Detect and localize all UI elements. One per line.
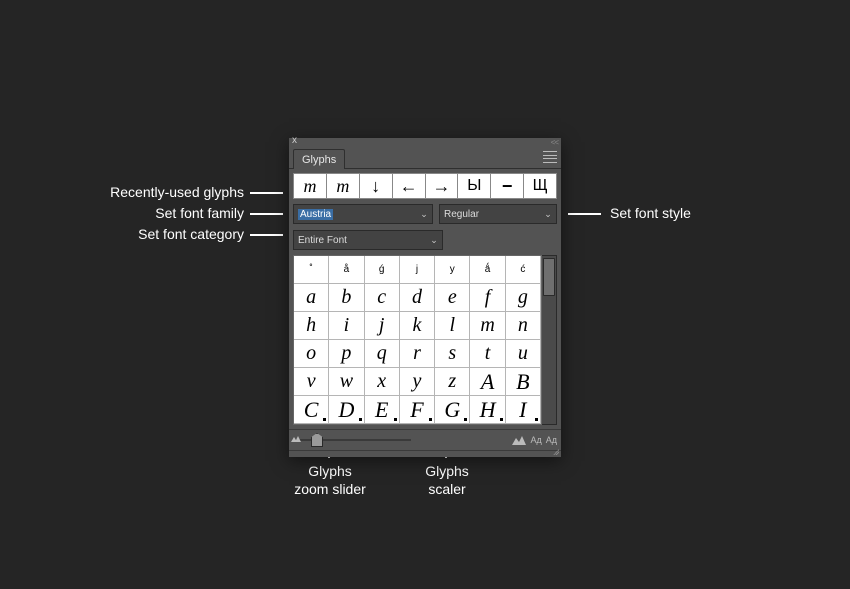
vertical-scrollbar[interactable]: [542, 255, 557, 425]
annotation-scaler-l2: scaler: [417, 480, 477, 498]
glyph-cell[interactable]: I: [506, 396, 541, 424]
recent-glyph[interactable]: ←: [392, 173, 426, 199]
font-category-select[interactable]: Entire Font ⌄: [293, 230, 443, 250]
glyph-cell[interactable]: o: [294, 340, 329, 368]
glyph-cell[interactable]: x: [365, 368, 400, 396]
glyph-cell[interactable]: ǻ: [470, 256, 505, 284]
glyph-cell[interactable]: B: [506, 368, 541, 396]
glyph-cell[interactable]: i: [329, 312, 364, 340]
recent-glyph[interactable]: ↓: [359, 173, 393, 199]
panel-titlebar[interactable]: x <<: [289, 138, 561, 146]
glyph-cell[interactable]: q: [365, 340, 400, 368]
annotation-line: [250, 192, 283, 194]
glyph-cell[interactable]: l: [435, 312, 470, 340]
annotation-zoom-l1: Glyphs: [300, 462, 360, 480]
glyph-cell[interactable]: k: [400, 312, 435, 340]
annotation-line: [250, 234, 283, 236]
annotation-scaler-l1: Glyphs: [417, 462, 477, 480]
scrollbar-thumb[interactable]: [543, 258, 555, 296]
recent-glyph[interactable]: →: [425, 173, 459, 199]
font-category-value: Entire Font: [298, 235, 347, 246]
glyph-cell[interactable]: H: [470, 396, 505, 424]
glyph-cell[interactable]: ǵ: [365, 256, 400, 284]
font-style-value: Regular: [444, 209, 479, 220]
glyph-cell[interactable]: y: [400, 368, 435, 396]
annotation-recently-used: Recently-used glyphs: [84, 183, 244, 201]
glyph-cell[interactable]: e: [435, 284, 470, 312]
annotation-font-category: Set font category: [84, 225, 244, 243]
recent-glyph[interactable]: −: [490, 173, 524, 199]
panel-tabs: Glyphs: [289, 146, 561, 169]
glyph-cell[interactable]: A: [470, 368, 505, 396]
panel-resize-grip[interactable]: [289, 450, 561, 457]
glyph-cell[interactable]: u: [506, 340, 541, 368]
font-style-select[interactable]: Regular ⌄: [439, 204, 557, 224]
annotation-zoom-l2: zoom slider: [290, 480, 370, 498]
glyph-cell[interactable]: d: [400, 284, 435, 312]
glyph-cell[interactable]: C: [294, 396, 329, 424]
glyph-cell[interactable]: ˚: [294, 256, 329, 284]
annotation-line: [568, 213, 601, 215]
mountain-small-icon: [291, 434, 301, 442]
glyph-cell[interactable]: n: [506, 312, 541, 340]
glyph-scaler: Aд Aд: [512, 435, 557, 445]
glyph-cell[interactable]: b: [329, 284, 364, 312]
chevron-down-icon: ⌄: [542, 208, 554, 220]
glyph-cell[interactable]: G: [435, 396, 470, 424]
glyph-grid-container: ˚åǵjyǻćabcdefghijklmnopqrstuvwxyzABCDEFG…: [293, 255, 557, 425]
glyph-cell[interactable]: f: [470, 284, 505, 312]
tab-glyphs[interactable]: Glyphs: [293, 149, 345, 169]
glyph-cell[interactable]: a: [294, 284, 329, 312]
annotation-line: [250, 213, 283, 215]
annotation-font-style: Set font style: [610, 204, 691, 222]
stage: Recently-used glyphs Set font family Set…: [0, 0, 850, 589]
panel-bottom-bar: Aд Aд: [289, 429, 561, 450]
glyph-cell[interactable]: F: [400, 396, 435, 424]
glyph-cell[interactable]: w: [329, 368, 364, 396]
glyph-cell[interactable]: j: [400, 256, 435, 284]
glyph-cell[interactable]: ć: [506, 256, 541, 284]
glyph-cell[interactable]: E: [365, 396, 400, 424]
glyph-cell[interactable]: y: [435, 256, 470, 284]
font-category-row: Entire Font ⌄: [289, 227, 561, 253]
close-icon[interactable]: x: [292, 135, 297, 146]
recently-used-row: mm↓←→Ы−Щ: [289, 169, 561, 201]
font-family-select[interactable]: Austria ⌄: [293, 204, 433, 224]
font-selects-row: Austria ⌄ Regular ⌄: [289, 201, 561, 227]
slider-handle[interactable]: [311, 433, 323, 447]
recent-glyph[interactable]: m: [326, 173, 360, 199]
glyphs-panel: x << Glyphs mm↓←→Ы−Щ Austria ⌄ Regular ⌄…: [289, 138, 561, 457]
glyph-cell[interactable]: m: [470, 312, 505, 340]
glyph-cell[interactable]: s: [435, 340, 470, 368]
glyph-cell[interactable]: p: [329, 340, 364, 368]
recent-glyph[interactable]: m: [293, 173, 327, 199]
font-family-value: Austria: [298, 209, 333, 220]
glyph-cell[interactable]: v: [294, 368, 329, 396]
glyph-cell[interactable]: c: [365, 284, 400, 312]
chevron-down-icon: ⌄: [418, 208, 430, 220]
recent-glyph[interactable]: Щ: [523, 173, 557, 199]
glyph-cell[interactable]: j: [365, 312, 400, 340]
glyph-cell[interactable]: h: [294, 312, 329, 340]
scale-up-button[interactable]: Aд: [546, 435, 557, 445]
glyph-cell[interactable]: t: [470, 340, 505, 368]
glyph-cell[interactable]: r: [400, 340, 435, 368]
annotation-font-family: Set font family: [84, 204, 244, 222]
glyph-cell[interactable]: å: [329, 256, 364, 284]
mountain-large-icon: [512, 435, 526, 445]
panel-menu-icon[interactable]: [543, 150, 557, 164]
scale-down-button[interactable]: Aд: [530, 435, 541, 445]
glyph-cell[interactable]: g: [506, 284, 541, 312]
glyph-cell[interactable]: D: [329, 396, 364, 424]
chevron-down-icon: ⌄: [428, 234, 440, 246]
glyph-grid: ˚åǵjyǻćabcdefghijklmnopqrstuvwxyzABCDEFG…: [293, 255, 542, 425]
glyph-cell[interactable]: z: [435, 368, 470, 396]
zoom-slider[interactable]: [293, 436, 413, 444]
recent-glyph[interactable]: Ы: [457, 173, 491, 199]
